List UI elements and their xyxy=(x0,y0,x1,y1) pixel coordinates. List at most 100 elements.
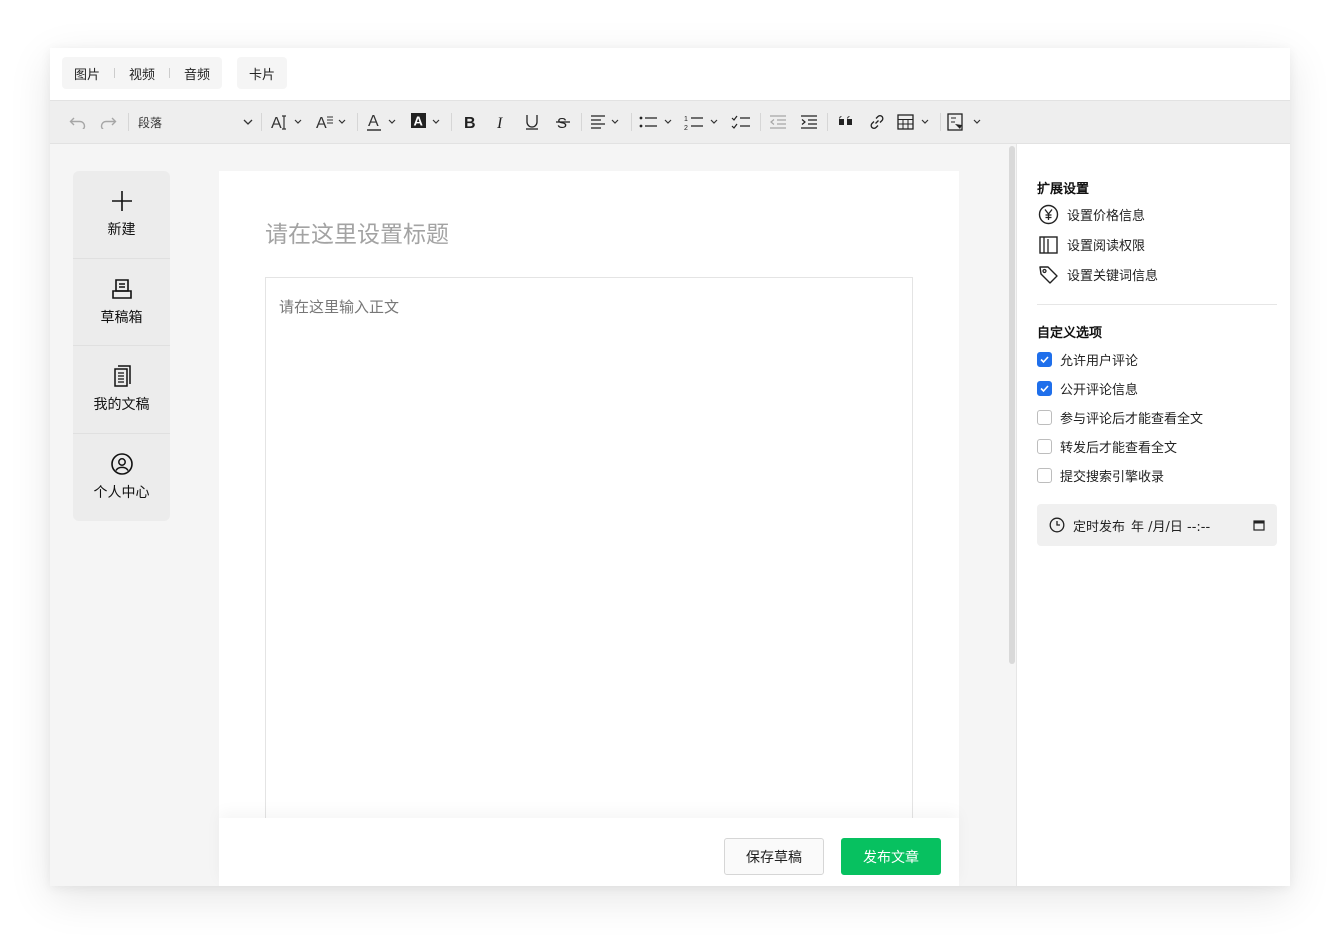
clock-icon xyxy=(1049,517,1065,533)
separator xyxy=(114,68,116,78)
template-icon[interactable] xyxy=(946,101,986,143)
separator xyxy=(128,113,129,131)
book-icon xyxy=(1037,233,1059,255)
svg-text:A: A xyxy=(316,115,327,132)
nav-item-my-documents[interactable]: 我的文稿 xyxy=(73,346,170,434)
insert-audio-button[interactable]: 音频 xyxy=(184,64,210,83)
svg-text:A: A xyxy=(414,114,424,129)
font-size-icon[interactable]: A xyxy=(270,101,306,143)
table-icon[interactable] xyxy=(896,101,936,143)
check-icon xyxy=(1040,385,1049,393)
save-draft-button[interactable]: 保存草稿 xyxy=(724,838,824,875)
publish-button[interactable]: 发布文章 xyxy=(841,838,941,875)
option-checkbox[interactable] xyxy=(1037,468,1052,483)
redo-icon[interactable] xyxy=(96,101,120,143)
link-icon[interactable] xyxy=(865,101,889,143)
yen-icon xyxy=(1037,203,1059,225)
editor-footer: 保存草稿 发布文章 xyxy=(219,818,959,886)
set-read-permission-label: 设置阅读权限 xyxy=(1067,238,1146,254)
set-keywords-item[interactable]: 设置关键词信息 xyxy=(1037,263,1158,285)
option-label: 参与评论后才能查看全文 xyxy=(1060,412,1204,427)
card-insert-group: 卡片 xyxy=(237,57,288,89)
numbered-list-icon[interactable]: 12 xyxy=(683,101,723,143)
media-insert-group: 图片 视频 音频 xyxy=(62,57,223,89)
option-search-engine[interactable]: 提交搜索引擎收录 xyxy=(1037,466,1164,485)
underline-icon[interactable] xyxy=(520,101,544,143)
option-label: 公开评论信息 xyxy=(1060,383,1139,398)
strikethrough-icon[interactable]: S xyxy=(551,101,575,143)
plus-icon xyxy=(111,191,132,212)
paragraph-style-select[interactable]: 段落 xyxy=(138,101,253,143)
divider xyxy=(1037,304,1277,305)
scheduled-publish-field[interactable]: 定时发布 年 /月/日 --:-- xyxy=(1037,504,1277,546)
option-checkbox[interactable] xyxy=(1037,381,1052,396)
svg-text:A: A xyxy=(271,115,282,132)
italic-icon[interactable]: I xyxy=(489,101,513,143)
svg-text:1: 1 xyxy=(684,116,688,123)
background-color-icon[interactable]: A xyxy=(408,101,444,143)
scroll-thumb[interactable] xyxy=(1009,146,1015,664)
indent-icon[interactable] xyxy=(797,101,821,143)
option-label: 允许用户评论 xyxy=(1060,354,1139,369)
option-share-to-read[interactable]: 转发后才能查看全文 xyxy=(1037,437,1177,456)
separator xyxy=(169,68,171,78)
svg-text:S: S xyxy=(557,115,567,131)
checklist-icon[interactable] xyxy=(729,101,753,143)
insert-image-button[interactable]: 图片 xyxy=(74,64,100,83)
nav-item-drafts[interactable]: 草稿箱 xyxy=(73,259,170,346)
font-color-icon[interactable]: A xyxy=(364,101,400,143)
separator xyxy=(451,113,452,131)
option-comment-to-read[interactable]: 参与评论后才能查看全文 xyxy=(1037,408,1203,427)
custom-options-title: 自定义选项 xyxy=(1037,326,1103,341)
insert-card-button[interactable]: 卡片 xyxy=(249,64,275,83)
editor-area: 请在这里设置标题 请在这里输入正文 xyxy=(219,171,959,886)
documents-icon xyxy=(113,365,131,387)
body-placeholder: 请在这里输入正文 xyxy=(279,298,400,316)
scrollbar[interactable] xyxy=(1008,144,1016,886)
undo-icon[interactable] xyxy=(66,101,90,143)
nav-item-profile[interactable]: 个人中心 xyxy=(73,434,170,522)
body-editor[interactable]: 请在这里输入正文 xyxy=(265,277,913,837)
bullet-list-icon[interactable] xyxy=(637,101,677,143)
option-label: 提交搜索引擎收录 xyxy=(1060,470,1165,485)
tag-icon xyxy=(1037,263,1059,285)
format-toolbar: 段落 A A A A B I S 1 2 xyxy=(50,100,1290,144)
nav-item-label: 新建 xyxy=(107,222,136,239)
set-keywords-label: 设置关键词信息 xyxy=(1067,268,1159,284)
set-price-label: 设置价格信息 xyxy=(1067,208,1146,224)
bold-icon[interactable]: B xyxy=(458,101,482,143)
scheduled-publish-label: 定时发布 xyxy=(1073,519,1126,535)
separator xyxy=(760,113,761,131)
separator xyxy=(827,113,828,131)
drafts-icon xyxy=(111,278,132,299)
separator xyxy=(581,113,582,131)
option-checkbox[interactable] xyxy=(1037,439,1052,454)
separator xyxy=(940,113,941,131)
align-icon[interactable] xyxy=(588,101,624,143)
nav-item-label: 我的文稿 xyxy=(93,397,150,414)
option-public-comments[interactable]: 公开评论信息 xyxy=(1037,379,1138,398)
left-nav: 新建 草稿箱 我的文稿 个人中心 xyxy=(73,171,170,521)
nav-item-new[interactable]: 新建 xyxy=(73,171,170,259)
svg-text:I: I xyxy=(496,115,503,131)
option-checkbox[interactable] xyxy=(1037,410,1052,425)
scheduled-publish-value[interactable]: 年 /月/日 --:-- xyxy=(1131,516,1210,535)
outdent-icon[interactable] xyxy=(766,101,790,143)
quote-icon[interactable] xyxy=(834,101,858,143)
title-input[interactable]: 请在这里设置标题 xyxy=(265,215,865,249)
set-read-permission-item[interactable]: 设置阅读权限 xyxy=(1037,233,1145,255)
editor-window: 图片 视频 音频 卡片 段落 A A A A B I S 1 2 新建 草稿箱 … xyxy=(50,48,1290,886)
insert-video-button[interactable]: 视频 xyxy=(129,64,155,83)
paragraph-style-value: 段落 xyxy=(138,115,163,130)
calendar-icon[interactable] xyxy=(1253,519,1265,531)
set-price-item[interactable]: 设置价格信息 xyxy=(1037,203,1145,225)
svg-text:B: B xyxy=(464,115,476,131)
line-height-icon[interactable]: A xyxy=(314,101,350,143)
option-allow-comments[interactable]: 允许用户评论 xyxy=(1037,350,1138,369)
settings-panel: 扩展设置 设置价格信息 设置阅读权限 设置关键词信息 自定义选项 允许用户评论 xyxy=(1016,144,1290,886)
svg-text:A: A xyxy=(368,113,379,130)
svg-text:2: 2 xyxy=(684,125,688,131)
separator xyxy=(357,113,358,131)
nav-item-label: 草稿箱 xyxy=(100,309,143,326)
option-checkbox[interactable] xyxy=(1037,352,1052,367)
